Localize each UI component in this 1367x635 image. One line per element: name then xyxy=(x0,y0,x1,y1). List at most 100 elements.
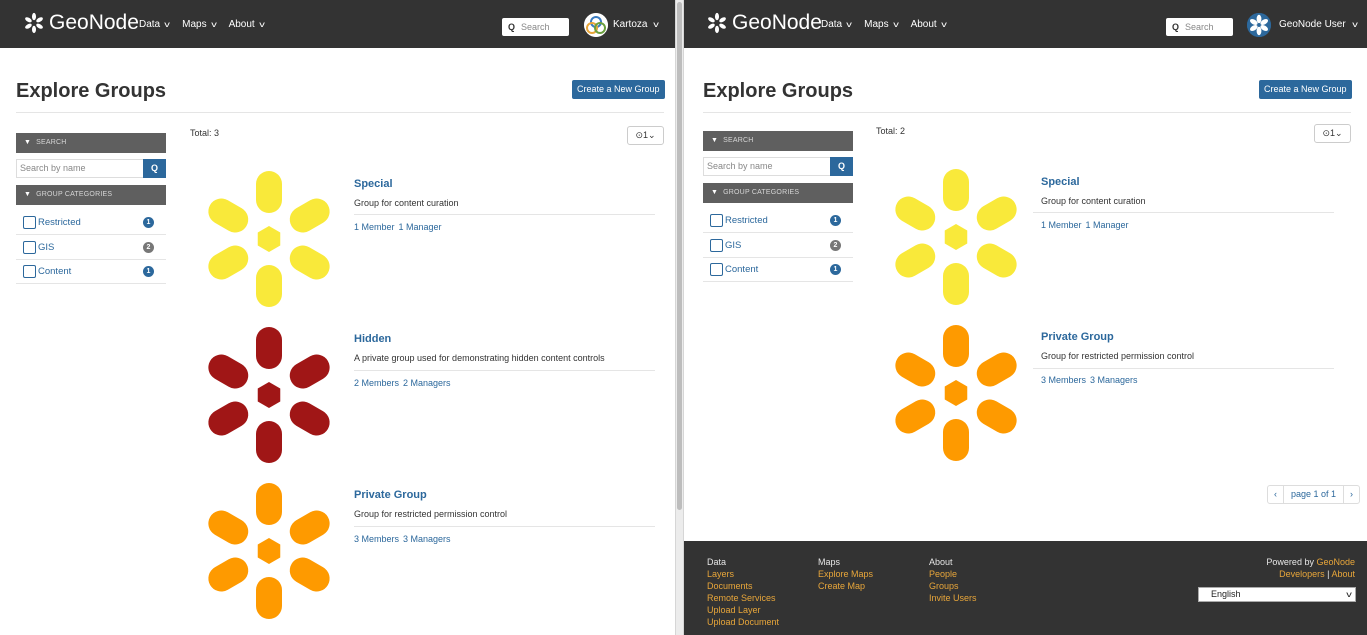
footer-link[interactable]: Layers xyxy=(707,568,779,580)
menu-about[interactable]: About v xyxy=(229,19,265,30)
checkbox[interactable] xyxy=(23,265,36,278)
category-content[interactable]: Content 1 xyxy=(703,258,853,282)
page-title: Explore Groups xyxy=(703,80,854,102)
checkbox[interactable] xyxy=(710,263,723,276)
create-group-button[interactable]: Create a New Group xyxy=(572,80,665,99)
search-section-header[interactable]: ▼ SEARCH xyxy=(16,133,166,153)
category-gis[interactable]: GIS 2 xyxy=(703,234,853,258)
prev-page-button[interactable]: ‹ xyxy=(1268,486,1283,503)
group-logo-hidden[interactable] xyxy=(199,325,339,465)
group-logo-private[interactable] xyxy=(199,481,339,621)
next-page-button[interactable]: › xyxy=(1344,486,1359,503)
category-gis[interactable]: GIS 2 xyxy=(16,236,166,260)
footer-link[interactable]: Remote Services xyxy=(707,592,779,604)
category-restricted[interactable]: Restricted 1 xyxy=(16,211,166,235)
card-divider xyxy=(1033,368,1334,369)
footer-link[interactable]: Explore Maps xyxy=(818,568,873,580)
user-avatar[interactable] xyxy=(1247,13,1271,37)
search-placeholder: Search xyxy=(1185,22,1214,32)
categories-section-header[interactable]: ▼ GROUP CATEGORIES xyxy=(703,183,853,203)
group-title-special[interactable]: Special xyxy=(354,178,393,190)
checkbox[interactable] xyxy=(23,216,36,229)
developers-link[interactable]: Developers xyxy=(1279,569,1325,579)
footer-heading: About xyxy=(929,557,953,567)
menu-about[interactable]: About v xyxy=(911,19,947,30)
page-indicator[interactable]: page 1 of 1 xyxy=(1283,486,1345,503)
group-title-private[interactable]: Private Group xyxy=(1041,331,1114,343)
group-search-input[interactable]: Search by name xyxy=(16,159,143,178)
group-logo-special[interactable] xyxy=(886,167,1026,307)
chevron-down-icon: v xyxy=(1351,19,1358,29)
menu-data[interactable]: Data v xyxy=(139,18,170,30)
members-link[interactable]: 3 Members xyxy=(1041,375,1086,385)
search-button[interactable]: Q xyxy=(143,159,166,178)
logo-petal xyxy=(895,399,936,434)
menu-data-label: Data xyxy=(821,18,843,30)
geonode-logo[interactable]: GeoNode xyxy=(22,11,139,35)
group-logo-special[interactable] xyxy=(199,169,339,309)
group-logo-private[interactable] xyxy=(886,323,1026,463)
create-group-button[interactable]: Create a New Group xyxy=(1259,80,1352,99)
menu-maps[interactable]: Maps v xyxy=(864,19,898,30)
managers-link[interactable]: 1 Manager xyxy=(1086,220,1129,230)
chevron-down-icon: v xyxy=(164,19,170,29)
search-header-label: SEARCH xyxy=(723,137,754,144)
menu-maps-label: Maps xyxy=(182,18,207,30)
members-link[interactable]: 1 Member xyxy=(354,222,395,232)
group-title-special[interactable]: Special xyxy=(1041,176,1080,188)
footer-link[interactable]: Documents xyxy=(707,580,779,592)
navbar-search-input[interactable]: Q Search xyxy=(1166,18,1233,36)
managers-link[interactable]: 2 Managers xyxy=(403,378,451,388)
managers-link[interactable]: 3 Managers xyxy=(1090,375,1138,385)
menu-maps[interactable]: Maps v xyxy=(182,18,216,30)
footer-link[interactable]: Upload Layer xyxy=(707,604,779,616)
user-avatar[interactable] xyxy=(584,13,608,37)
logo-petal xyxy=(976,196,1017,231)
footer-link[interactable]: Invite Users xyxy=(929,592,977,604)
about-link[interactable]: About xyxy=(1331,569,1355,579)
footer-link[interactable]: Create Map xyxy=(818,580,873,592)
navbar-search-input[interactable]: Q Search xyxy=(502,18,569,36)
sort-dropdown[interactable]: ⊙1⌄ xyxy=(1314,124,1351,143)
geonode-logo-icon xyxy=(708,12,726,34)
geonode-link[interactable]: GeoNode xyxy=(1316,557,1355,567)
footer-link[interactable]: People xyxy=(929,568,977,580)
logo-petal xyxy=(208,510,249,545)
language-select[interactable]: English v xyxy=(1198,587,1356,602)
menu-data-label: Data xyxy=(139,18,161,30)
footer-col-data: Data Layers Documents Remote Services Up… xyxy=(707,556,779,628)
categories-section-header[interactable]: ▼ GROUP CATEGORIES xyxy=(16,185,166,205)
logo-petal xyxy=(208,354,249,389)
members-link[interactable]: 2 Members xyxy=(354,378,399,388)
menu-data[interactable]: Data v xyxy=(821,18,852,30)
geonode-logo[interactable]: GeoNode xyxy=(705,11,822,35)
category-restricted[interactable]: Restricted 1 xyxy=(703,209,853,233)
footer-link[interactable]: Upload Document xyxy=(707,616,779,628)
checkbox[interactable] xyxy=(710,239,723,252)
search-button[interactable]: Q xyxy=(830,157,853,176)
logo-petal xyxy=(943,419,969,461)
checkbox[interactable] xyxy=(710,214,723,227)
search-section-header[interactable]: ▼ SEARCH xyxy=(703,131,853,151)
card-divider xyxy=(354,370,655,371)
category-label: GIS xyxy=(38,242,55,253)
members-link[interactable]: 3 Members xyxy=(354,534,399,544)
category-content[interactable]: Content 1 xyxy=(16,260,166,284)
managers-link[interactable]: 3 Managers xyxy=(403,534,451,544)
members-link[interactable]: 1 Member xyxy=(1041,220,1082,230)
group-title-hidden[interactable]: Hidden xyxy=(354,333,391,345)
count-badge: 1 xyxy=(143,266,154,277)
user-menu[interactable]: GeoNode User v xyxy=(1279,0,1358,48)
category-label: Content xyxy=(725,264,759,275)
logo-petal xyxy=(976,352,1017,387)
group-title-private[interactable]: Private Group xyxy=(354,489,427,501)
scrollbar-thumb[interactable] xyxy=(677,2,682,510)
group-search-input[interactable]: Search by name xyxy=(703,157,830,176)
card-divider xyxy=(354,526,655,527)
sort-dropdown[interactable]: ⊙1⌄ xyxy=(627,126,664,145)
logo-petal xyxy=(256,483,282,525)
checkbox[interactable] xyxy=(23,241,36,254)
managers-link[interactable]: 1 Manager xyxy=(399,222,442,232)
footer-link[interactable]: Groups xyxy=(929,580,977,592)
user-menu[interactable]: Kartoza v xyxy=(613,0,659,48)
